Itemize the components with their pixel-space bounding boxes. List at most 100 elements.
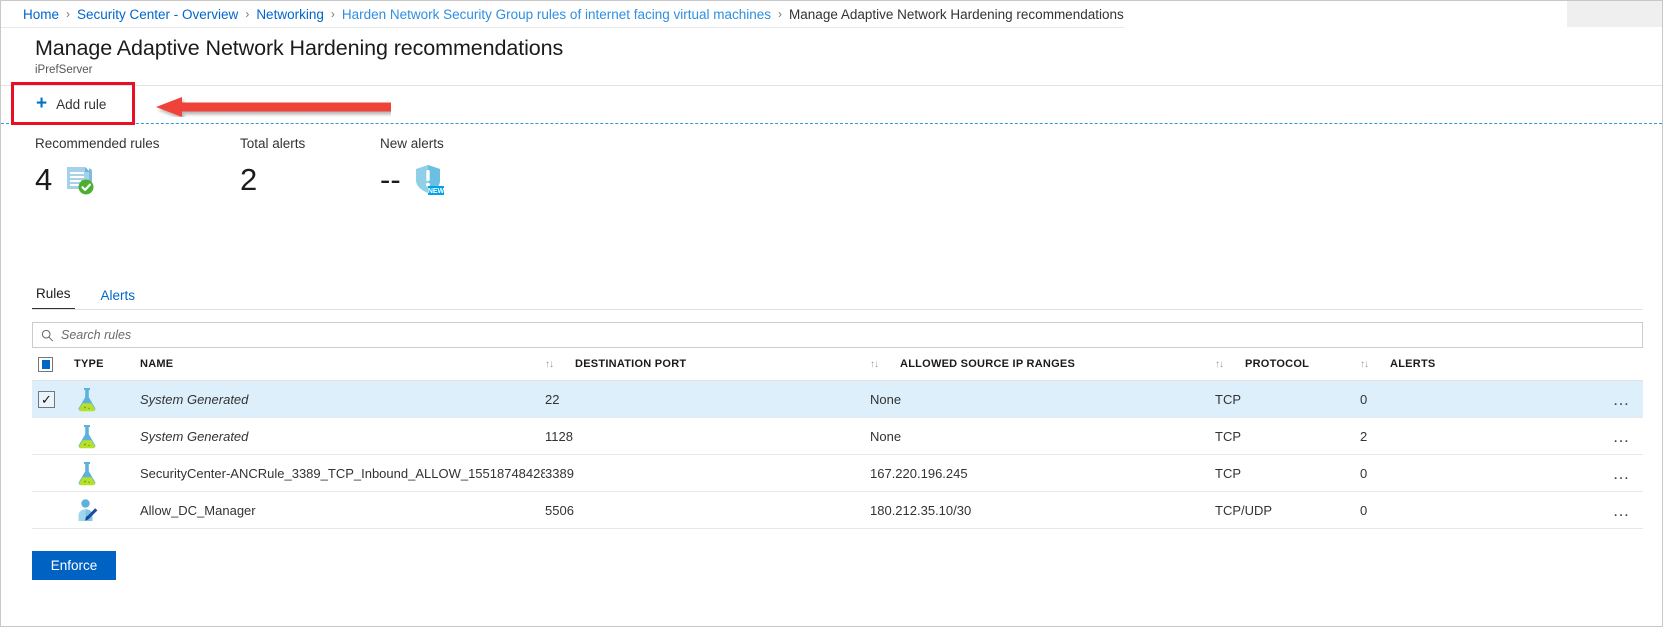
add-rule-label: Add rule: [56, 97, 107, 112]
search-input[interactable]: [61, 328, 1634, 342]
sort-icon[interactable]: ↑↓: [545, 359, 554, 370]
row-actions-cell: …: [1480, 389, 1643, 410]
column-header-protocol-label: PROTOCOL: [1245, 358, 1310, 370]
metric-total-alerts: Total alerts 2: [240, 136, 380, 242]
row-select-cell: [32, 501, 74, 519]
row-alerts: 0: [1360, 465, 1368, 481]
row-allowed-source-ip-ranges: None: [870, 391, 902, 407]
row-more-menu-button[interactable]: …: [1609, 500, 1636, 521]
sort-icon[interactable]: ↑↓: [1215, 359, 1224, 370]
table-header-row: TYPE NAME ↑↓ DESTINATION PORT ↑↓ ALLOWED…: [32, 348, 1643, 381]
shield-new-alert-icon: NEW: [415, 165, 444, 195]
column-header-name[interactable]: NAME: [140, 358, 545, 370]
row-protocol: TCP: [1215, 465, 1241, 481]
row-select-cell: [32, 464, 74, 482]
search-icon: [41, 329, 54, 341]
row-name: SecurityCenter-ANCRule_3389_TCP_Inbound_…: [140, 465, 545, 481]
row-actions-cell: …: [1480, 500, 1643, 521]
metric-label: Total alerts: [240, 136, 306, 151]
row-type-cell: [74, 497, 140, 523]
breadcrumb-item-current: Manage Adaptive Network Hardening recomm…: [789, 6, 1124, 22]
row-checkbox[interactable]: [38, 501, 55, 519]
column-header-destination-port[interactable]: ↑↓ DESTINATION PORT: [545, 358, 870, 370]
row-alerts: 0: [1360, 391, 1368, 407]
row-type-cell: [74, 460, 140, 486]
row-allowed-source-ip-ranges: None: [870, 428, 902, 444]
column-header-alerts[interactable]: ↑↓ ALERTS: [1360, 358, 1480, 370]
row-checkbox[interactable]: [38, 464, 55, 482]
column-header-destination-port-label: DESTINATION PORT: [575, 358, 687, 370]
column-header-allowed-source-ip-ranges-label: ALLOWED SOURCE IP RANGES: [900, 358, 1076, 370]
table-row[interactable]: SecurityCenter-ANCRule_3389_TCP_Inbound_…: [32, 455, 1643, 492]
tab-alerts[interactable]: Alerts: [97, 288, 140, 310]
svg-text:NEW: NEW: [427, 188, 444, 195]
metric-value-row: 2: [240, 158, 380, 200]
row-more-menu-button[interactable]: …: [1609, 389, 1636, 410]
table-row[interactable]: Allow_DC_Manager 5506 180.212.35.10/30 T…: [32, 492, 1643, 529]
breadcrumb-item-home[interactable]: Home: [23, 7, 59, 22]
sort-icon[interactable]: ↑↓: [870, 359, 879, 370]
user-edit-icon: [78, 499, 98, 521]
row-more-menu-button[interactable]: …: [1609, 426, 1636, 447]
row-protocol: TCP/UDP: [1215, 502, 1273, 518]
row-destination-port: 3389: [545, 465, 574, 481]
table-row[interactable]: System Generated 1128 None TCP 2 …: [32, 418, 1643, 455]
metric-label: Recommended rules: [35, 136, 160, 151]
flask-icon: [78, 388, 96, 412]
select-all-cell: [32, 356, 74, 372]
row-checkbox[interactable]: ✓: [38, 390, 55, 408]
row-checkbox[interactable]: [38, 427, 55, 445]
row-select-cell: ✓: [32, 390, 74, 408]
breadcrumb-item-security-center-overview[interactable]: Security Center - Overview: [77, 7, 238, 22]
row-select-cell: [32, 427, 74, 445]
metric-recommended-rules: Recommended rules 4: [35, 136, 240, 242]
table-row[interactable]: ✓ System Generated 22 None TCP 0 …: [32, 381, 1643, 418]
row-name: Allow_DC_Manager: [140, 502, 256, 518]
flask-icon: [78, 425, 96, 449]
select-all-checkbox[interactable]: [38, 356, 53, 372]
row-alerts: 0: [1360, 502, 1368, 518]
metric-value: 4: [35, 161, 53, 197]
breadcrumb-item-harden-nsg-rules[interactable]: Harden Network Security Group rules of i…: [342, 7, 771, 22]
metric-value-row: 4: [35, 158, 240, 200]
row-destination-port: 1128: [545, 428, 573, 444]
column-header-alerts-label: ALERTS: [1390, 358, 1436, 370]
row-name: System Generated: [140, 391, 249, 407]
row-destination-port: 22: [545, 391, 560, 407]
row-type-cell: [74, 386, 140, 412]
rules-document-check-icon: [67, 167, 94, 195]
row-allowed-source-ip-ranges: 167.220.196.245: [870, 465, 968, 481]
annotation-arrow-icon: [156, 97, 391, 117]
metric-new-alerts: New alerts -- NEW: [380, 136, 550, 242]
metric-label: New alerts: [380, 136, 444, 151]
tab-underline: [32, 309, 1643, 310]
breadcrumb-item-networking[interactable]: Networking: [256, 7, 324, 22]
flask-icon: [78, 462, 96, 486]
row-protocol: TCP: [1215, 391, 1241, 407]
rules-table: TYPE NAME ↑↓ DESTINATION PORT ↑↓ ALLOWED…: [32, 348, 1643, 529]
column-header-allowed-source-ip-ranges[interactable]: ↑↓ ALLOWED SOURCE IP RANGES: [870, 358, 1215, 370]
row-destination-port: 5506: [545, 502, 574, 518]
footer-actions: Enforce: [1, 529, 1662, 580]
breadcrumb-separator-icon: ›: [66, 7, 71, 21]
row-actions-cell: …: [1480, 426, 1643, 447]
column-header-protocol[interactable]: ↑↓ PROTOCOL: [1215, 358, 1360, 370]
add-rule-button[interactable]: + Add rule: [23, 90, 119, 120]
enforce-button[interactable]: Enforce: [32, 551, 116, 580]
plus-icon: +: [36, 93, 48, 114]
row-name: System Generated: [140, 428, 249, 444]
metrics-row: Recommended rules 4 Total alerts 2 New a…: [1, 124, 1662, 242]
sort-icon[interactable]: ↑↓: [1360, 359, 1369, 370]
row-protocol: TCP: [1215, 428, 1241, 444]
row-type-cell: [74, 423, 140, 449]
search-box[interactable]: [32, 322, 1643, 348]
breadcrumb-right-shade: [1567, 1, 1662, 27]
row-more-menu-button[interactable]: …: [1609, 463, 1636, 484]
tab-strip: Rules Alerts: [1, 282, 1662, 310]
row-allowed-source-ip-ranges: 180.212.35.10/30: [870, 502, 972, 518]
row-actions-cell: …: [1480, 463, 1643, 484]
metric-value: --: [380, 161, 401, 197]
breadcrumb-separator-icon: ›: [330, 7, 335, 21]
tab-rules[interactable]: Rules: [32, 286, 75, 310]
title-area: Manage Adaptive Network Hardening recomm…: [1, 28, 1662, 76]
